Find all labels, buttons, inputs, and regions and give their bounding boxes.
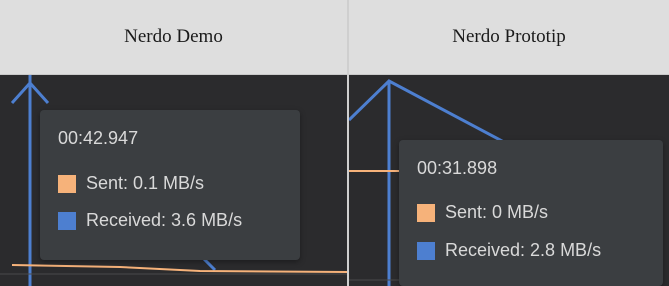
data-tooltip: 00:31.898 Sent: 0 MB/s Received: 2.8 MB/… xyxy=(399,140,663,286)
data-tooltip: 00:42.947 Sent: 0.1 MB/s Received: 3.6 M… xyxy=(40,110,300,260)
network-graph[interactable]: 00:31.898 Sent: 0 MB/s Received: 2.8 MB/… xyxy=(349,75,669,286)
legend-sent: Sent: 0 MB/s xyxy=(417,202,548,223)
legend-sent: Sent: 0.1 MB/s xyxy=(58,173,204,194)
panel-nerdo-demo: Nerdo Demo 00:42.947 Sent: 0.1 MB/s Rece… xyxy=(0,0,347,286)
tooltip-time: 00:31.898 xyxy=(417,158,498,178)
sent-value: Sent: 0 MB/s xyxy=(445,202,549,222)
sent-series-line xyxy=(11,264,347,273)
sent-value: Sent: 0.1 MB/s xyxy=(86,173,205,193)
legend-received: Received: 2.8 MB/s xyxy=(417,240,601,261)
panel-nerdo-prototip: Nerdo Prototip 00:31.898 Sent: 0 MB/s Re… xyxy=(349,0,669,286)
tooltip-time: 00:42.947 xyxy=(58,128,139,148)
legend-received: Received: 3.6 MB/s xyxy=(58,210,242,231)
received-swatch-icon xyxy=(417,241,435,260)
sent-swatch-icon xyxy=(58,174,76,193)
received-value: Received: 2.8 MB/s xyxy=(445,240,602,260)
panel-header: Nerdo Demo xyxy=(0,0,347,75)
network-graph[interactable]: 00:42.947 Sent: 0.1 MB/s Received: 3.6 M… xyxy=(0,75,347,286)
panel-title: Nerdo Prototip xyxy=(452,26,566,47)
received-swatch-icon xyxy=(58,211,76,230)
sent-swatch-icon xyxy=(417,203,435,222)
received-value: Received: 3.6 MB/s xyxy=(86,210,243,230)
panel-title: Nerdo Demo xyxy=(124,26,223,47)
panel-header: Nerdo Prototip xyxy=(349,0,669,75)
